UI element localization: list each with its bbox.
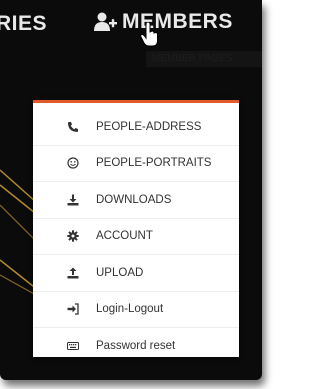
page-background: RIES MEMBERS MEMBER PAGES PEOPLE-ADDRESS bbox=[0, 0, 262, 380]
menu-item-label: Password reset bbox=[96, 339, 176, 352]
hand-cursor-icon bbox=[140, 22, 158, 47]
nav-item-galleries[interactable]: RIES bbox=[0, 12, 47, 36]
phone-icon bbox=[66, 120, 80, 134]
users-icon bbox=[94, 12, 117, 31]
upload-icon bbox=[66, 266, 80, 280]
menu-item-label: PEOPLE-ADDRESS bbox=[96, 120, 202, 133]
smiley-icon bbox=[66, 156, 80, 170]
menu-item-password-reset[interactable]: Password reset bbox=[33, 328, 239, 364]
keyboard-icon bbox=[66, 339, 80, 353]
members-label: MEMBERS bbox=[122, 10, 233, 33]
download-icon bbox=[66, 193, 80, 207]
menu-item-label: ACCOUNT bbox=[96, 230, 153, 243]
menu-item-upload[interactable]: UPLOAD bbox=[33, 255, 239, 292]
menu-item-label: PEOPLE-PORTRAITS bbox=[96, 157, 212, 170]
menu-item-people-address[interactable]: PEOPLE-ADDRESS bbox=[33, 109, 239, 146]
members-tooltip: MEMBER PAGES bbox=[146, 51, 262, 67]
menu-item-people-portraits[interactable]: PEOPLE-PORTRAITS bbox=[33, 146, 239, 182]
menu-item-account[interactable]: ACCOUNT bbox=[33, 219, 239, 255]
members-dropdown-menu: PEOPLE-ADDRESS PEOPLE-PORTRAITS DOWNLOAD… bbox=[33, 100, 239, 357]
nav-item-members[interactable]: MEMBERS bbox=[94, 10, 233, 34]
menu-item-login-logout[interactable]: Login-Logout bbox=[33, 292, 239, 328]
menu-item-label: UPLOAD bbox=[96, 266, 144, 279]
gear-icon bbox=[66, 229, 80, 243]
menu-item-label: Login-Logout bbox=[96, 303, 164, 316]
menu-item-downloads[interactable]: DOWNLOADS bbox=[33, 182, 239, 219]
menu-item-label: DOWNLOADS bbox=[96, 193, 172, 206]
sign-in-icon bbox=[66, 302, 80, 316]
